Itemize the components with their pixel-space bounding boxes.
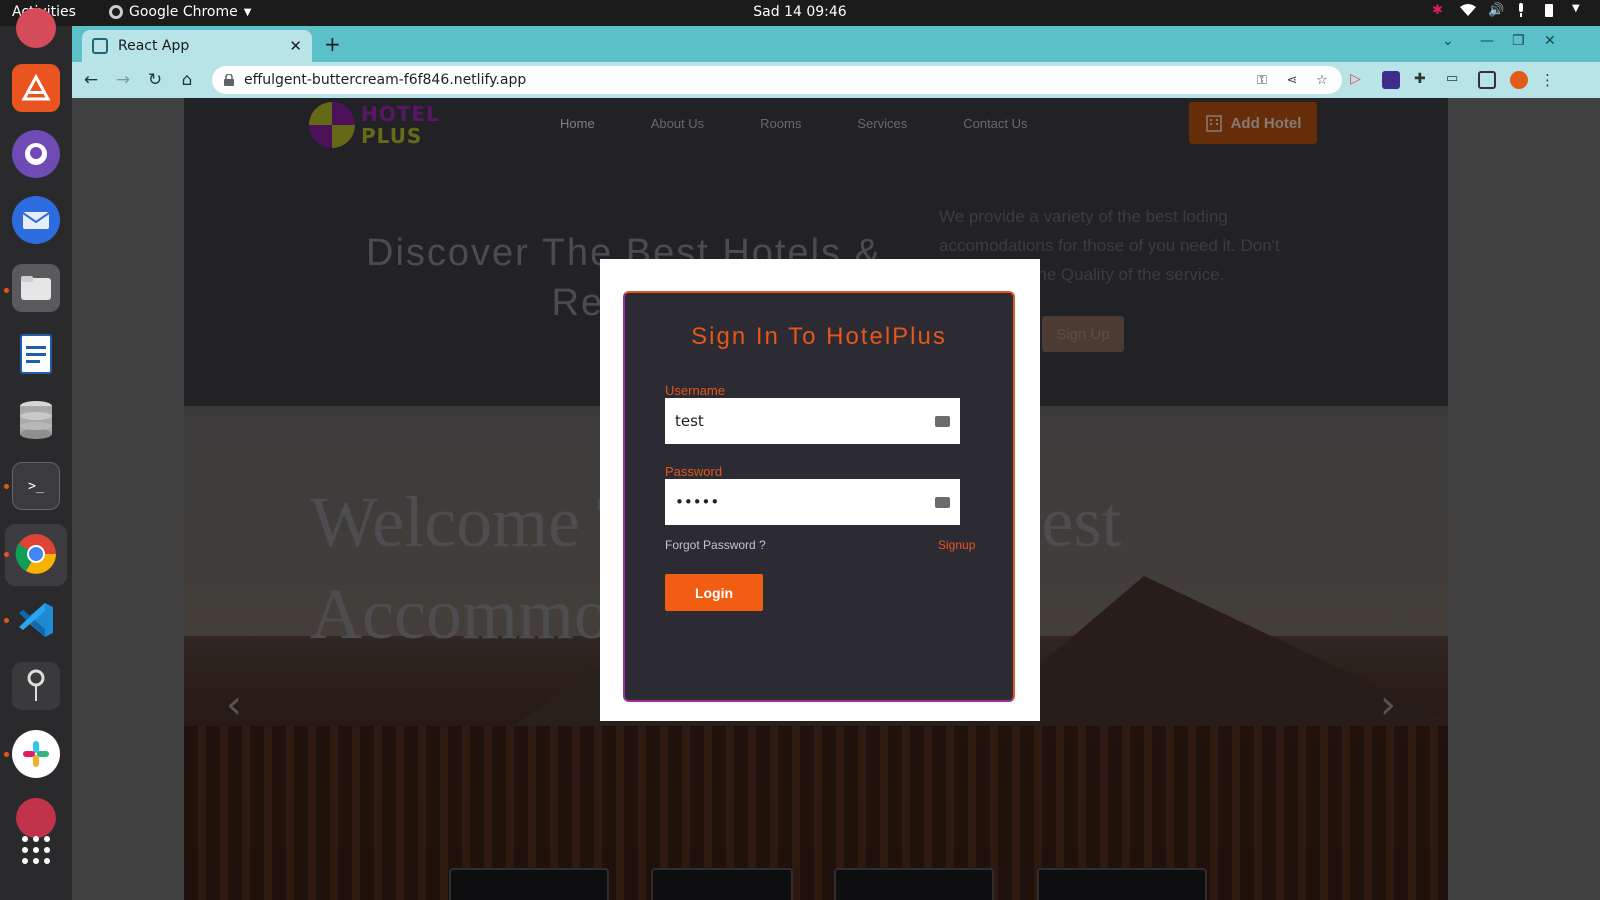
volume-icon[interactable]: 🔊: [1488, 3, 1504, 18]
url-text[interactable]: effulgent-buttercream-f6f846.netlify.app: [244, 72, 1240, 88]
software-store-icon[interactable]: [12, 64, 60, 112]
running-indicator: [4, 552, 9, 557]
password-label: Password: [665, 464, 723, 479]
share-icon[interactable]: ⋖: [1284, 73, 1300, 88]
back-icon[interactable]: ←: [80, 69, 102, 91]
browser-toolbar: ← → ↻ ⌂ effulgent-buttercream-f6f846.net…: [72, 62, 1600, 98]
login-button[interactable]: Login: [665, 574, 763, 611]
key-icon[interactable]: ⚿: [1254, 73, 1270, 88]
extension-cast-icon[interactable]: ▷: [1350, 71, 1368, 89]
wifi-icon[interactable]: [1460, 3, 1476, 17]
app-menu-label: Google Chrome: [129, 4, 238, 20]
cast-icon[interactable]: ▭: [1446, 71, 1464, 89]
username-field[interactable]: test: [665, 398, 960, 444]
new-tab-button[interactable]: +: [324, 32, 341, 56]
chrome-app-icon: [109, 5, 123, 19]
login-modal: Sign In To HotelPlus Username test Passw…: [600, 259, 1040, 721]
battery-icon[interactable]: [1544, 3, 1558, 17]
password-manager-icon[interactable]: [935, 496, 950, 508]
vscode-icon[interactable]: [12, 596, 60, 644]
running-indicator: [4, 288, 9, 293]
close-window-button[interactable]: ✕: [1544, 33, 1556, 49]
database-icon[interactable]: [12, 396, 60, 444]
login-card: Sign In To HotelPlus Username test Passw…: [623, 291, 1015, 702]
address-bar[interactable]: effulgent-buttercream-f6f846.netlify.app…: [212, 66, 1342, 94]
app-menu[interactable]: Google Chrome ▼: [109, 4, 251, 20]
tab-react-app[interactable]: React App ✕: [82, 30, 312, 62]
minimize-button[interactable]: —: [1480, 33, 1494, 49]
login-title: Sign In To HotelPlus: [691, 323, 947, 350]
extension-icon[interactable]: [1382, 71, 1400, 89]
page-favicon-icon: [92, 38, 108, 54]
browser-window: React App ✕ + ⌄ — ❐ ✕ ← → ↻ ⌂ effulgent-…: [72, 26, 1600, 900]
tab-close-icon[interactable]: ✕: [289, 37, 302, 55]
screenshot-tool-icon[interactable]: [12, 662, 60, 710]
restore-button[interactable]: ❐: [1512, 33, 1525, 49]
tab-strip: React App ✕ + ⌄ — ❐ ✕: [72, 26, 1600, 62]
slack-icon[interactable]: [12, 730, 60, 778]
reload-icon[interactable]: ↻: [144, 69, 166, 91]
thunderbird-icon[interactable]: [12, 196, 60, 244]
side-panel-icon[interactable]: [1478, 71, 1496, 89]
tab-title: React App: [118, 38, 190, 54]
forward-icon[interactable]: →: [112, 69, 134, 91]
running-indicator: [4, 484, 9, 489]
github-desktop-icon[interactable]: [12, 130, 60, 178]
extensions-puzzle-icon[interactable]: ✚: [1414, 71, 1432, 89]
password-value: •••••: [675, 493, 720, 511]
microphone-icon[interactable]: [1516, 3, 1530, 17]
username-value: test: [675, 412, 704, 430]
partial-app-icon[interactable]: [16, 8, 56, 48]
menu-kebab-icon[interactable]: ⋮: [1540, 71, 1558, 89]
running-indicator: [4, 752, 9, 757]
home-icon[interactable]: ⌂: [176, 69, 198, 91]
password-field[interactable]: •••••: [665, 479, 960, 525]
password-manager-icon[interactable]: [935, 415, 950, 427]
files-icon[interactable]: [12, 264, 60, 312]
running-indicator: [4, 618, 9, 623]
clock[interactable]: Sad 14 09:46: [753, 4, 846, 20]
slack-tray-icon[interactable]: ✱: [1432, 3, 1446, 18]
page-viewport: HOTEL PLUS Home About Us Rooms Services …: [72, 98, 1600, 900]
terminal-icon[interactable]: >_: [12, 462, 60, 510]
system-tray[interactable]: ✱ 🔊 ▼: [1432, 3, 1586, 18]
system-menu-caret-icon[interactable]: ▼: [1572, 3, 1586, 17]
profile-avatar[interactable]: [1510, 71, 1528, 89]
dock: >_: [0, 8, 72, 900]
writer-icon[interactable]: [12, 330, 60, 378]
tab-search-icon[interactable]: ⌄: [1442, 33, 1454, 49]
show-apps-icon[interactable]: [12, 826, 60, 874]
system-top-bar: Activities Google Chrome ▼ Sad 14 09:46 …: [0, 0, 1600, 26]
bookmark-star-icon[interactable]: ☆: [1314, 73, 1330, 88]
username-label: Username: [665, 383, 725, 398]
caret-down-icon: ▼: [243, 6, 252, 18]
forgot-password-link[interactable]: Forgot Password ?: [665, 538, 766, 552]
lock-icon[interactable]: [224, 73, 234, 86]
signup-link[interactable]: Signup: [938, 538, 975, 552]
chrome-icon[interactable]: [12, 530, 60, 578]
